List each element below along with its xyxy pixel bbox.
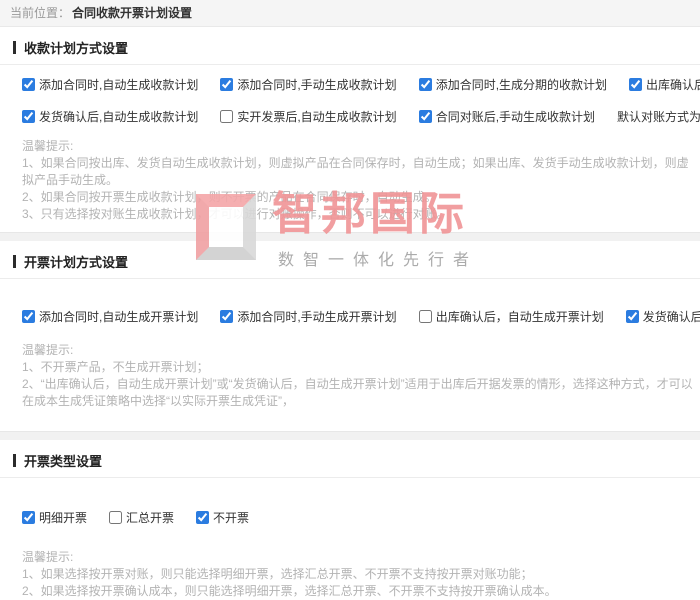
tip-line: 2、如果合同按开票生成收款计划，则不开票的产品在合同保存时，自动生成。 [22,189,700,206]
checkbox-item-no-invoicing[interactable]: 不开票 [196,509,249,526]
checkbox-row: 添加合同时,自动生成收款计划 添加合同时,手动生成收款计划 添加合同时,生成分期… [0,76,700,93]
reconcile-mode-label: 默认对账方式为: [617,108,700,125]
tips-title: 温馨提示: [22,138,700,155]
tips-title: 温馨提示: [22,549,700,566]
page-title: 合同收款开票计划设置 [72,6,192,20]
breadcrumb-label: 当前位置： [10,6,70,20]
checkbox-label: 出库确认后,自动生成收款计划 [646,76,700,93]
checkbox-item-manual-receipt-on-reconcile[interactable]: 合同对账后,手动生成收款计划 [419,108,595,125]
tips-block: 温馨提示: 1、如果合同按出库、发货自动生成收款计划，则虚拟产品在合同保存时，自… [0,138,700,223]
checkbox[interactable] [196,511,209,524]
checkbox-label: 添加合同时,手动生成开票计划 [237,308,396,325]
section-separator [0,232,700,241]
checkbox-label: 添加合同时,手动生成收款计划 [237,76,396,93]
checkbox[interactable] [419,110,432,123]
checkbox-label: 添加合同时,自动生成收款计划 [39,76,198,93]
checkbox-label: 发货确认后,自动生成收款计划 [39,108,198,125]
checkbox-item-manual-receipt-on-contract[interactable]: 添加合同时,手动生成收款计划 [220,76,396,93]
checkbox-item-installment-receipt-on-contract[interactable]: 添加合同时,生成分期的收款计划 [419,76,607,93]
checkbox-row: 明细开票 汇总开票 不开票 [0,509,700,526]
checkbox-row: 发货确认后,自动生成收款计划 实开发票后,自动生成收款计划 合同对账后,手动生成… [0,106,700,127]
checkbox-item-auto-receipt-on-shipment[interactable]: 发货确认后,自动生成收款计划 [22,108,198,125]
checkbox-label: 出库确认后，自动生成开票计划 [436,308,604,325]
section-title: 收款计划方式设置 [24,38,128,57]
checkbox-label: 发货确认后，自动生成开票计划 [643,308,700,325]
checkbox-label: 添加合同时,自动生成开票计划 [39,308,198,325]
checkbox[interactable] [109,511,122,524]
tip-line: 1、如果选择按开票对账，则只能选择明细开票，选择汇总开票、不开票不支持按开票对账… [22,566,700,583]
divider [0,64,700,65]
checkbox-label: 不开票 [213,509,249,526]
tip-line: 2、如果选择按开票确认成本，则只能选择明细开票，选择汇总开票、不开票不支持按开票… [22,583,700,600]
section-header-bar [13,454,16,467]
checkbox-item-summary-invoicing[interactable]: 汇总开票 [109,509,174,526]
checkbox-row: 添加合同时,自动生成开票计划 添加合同时,手动生成开票计划 出库确认后，自动生成… [0,308,700,325]
checkbox[interactable] [22,511,35,524]
checkbox-item-auto-receipt-on-invoice[interactable]: 实开发票后,自动生成收款计划 [220,108,396,125]
tip-line: 1、不开票产品，不生成开票计划； [22,359,700,376]
checkbox[interactable] [626,310,639,323]
checkbox[interactable] [220,78,233,91]
section-title: 开票类型设置 [24,451,102,470]
checkbox-item-auto-receipt-on-outbound[interactable]: 出库确认后,自动生成收款计划 [629,76,700,93]
section-header-bar [13,41,16,54]
tips-block: 温馨提示: 1、不开票产品，不生成开票计划； 2、“出库确认后，自动生成开票计划… [0,342,700,410]
breadcrumb: 当前位置：合同收款开票计划设置 [0,0,700,27]
checkbox[interactable] [220,110,233,123]
checkbox-item-itemized-invoicing[interactable]: 明细开票 [22,509,87,526]
checkbox[interactable] [22,110,35,123]
section-invoice-plan-settings: 开票计划方式设置 添加合同时,自动生成开票计划 添加合同时,手动生成开票计划 出… [0,241,700,410]
checkbox[interactable] [419,310,432,323]
checkbox[interactable] [419,78,432,91]
tip-line: 3、只有选择按对账生成收款计划，才可以进行对账操作，否则不可以进行对账。 [22,206,700,223]
checkbox-item-auto-receipt-on-contract[interactable]: 添加合同时,自动生成收款计划 [22,76,198,93]
checkbox[interactable] [220,310,233,323]
checkbox-item-auto-invoice-on-shipment[interactable]: 发货确认后，自动生成开票计划 [626,308,700,325]
section-invoice-type-settings: 开票类型设置 明细开票 汇总开票 不开票 温馨提示: 1、如果选择按开票对账，则… [0,440,700,600]
divider [0,278,700,279]
checkbox-label: 合同对账后,手动生成收款计划 [436,108,595,125]
tip-line: 1、如果合同按出库、发货自动生成收款计划，则虚拟产品在合同保存时，自动生成；如果… [22,155,700,189]
section-header: 收款计划方式设置 [0,39,700,55]
checkbox-label: 实开发票后,自动生成收款计划 [237,108,396,125]
checkbox[interactable] [629,78,642,91]
checkbox[interactable] [22,310,35,323]
section-header: 开票计划方式设置 [0,253,700,269]
section-header: 开票类型设置 [0,452,700,468]
tips-title: 温馨提示: [22,342,700,359]
tip-line: 2、“出库确认后，自动生成开票计划”或“发货确认后，自动生成开票计划”适用于出库… [22,376,700,410]
checkbox-label: 明细开票 [39,509,87,526]
checkbox[interactable] [22,78,35,91]
section-header-bar [13,255,16,268]
checkbox-label: 添加合同时,生成分期的收款计划 [436,76,607,93]
section-receipt-plan-settings: 收款计划方式设置 添加合同时,自动生成收款计划 添加合同时,手动生成收款计划 添… [0,27,700,223]
tips-block: 温馨提示: 1、如果选择按开票对账，则只能选择明细开票，选择汇总开票、不开票不支… [0,549,700,600]
checkbox-label: 汇总开票 [126,509,174,526]
default-reconcile-mode-group: 默认对账方式为: 按合同对账 [617,106,700,127]
divider [0,477,700,478]
checkbox-item-manual-invoice-on-contract[interactable]: 添加合同时,手动生成开票计划 [220,308,396,325]
checkbox-item-auto-invoice-on-contract[interactable]: 添加合同时,自动生成开票计划 [22,308,198,325]
checkbox-item-auto-invoice-on-outbound[interactable]: 出库确认后，自动生成开票计划 [419,308,604,325]
section-separator [0,431,700,440]
section-title: 开票计划方式设置 [24,252,128,271]
